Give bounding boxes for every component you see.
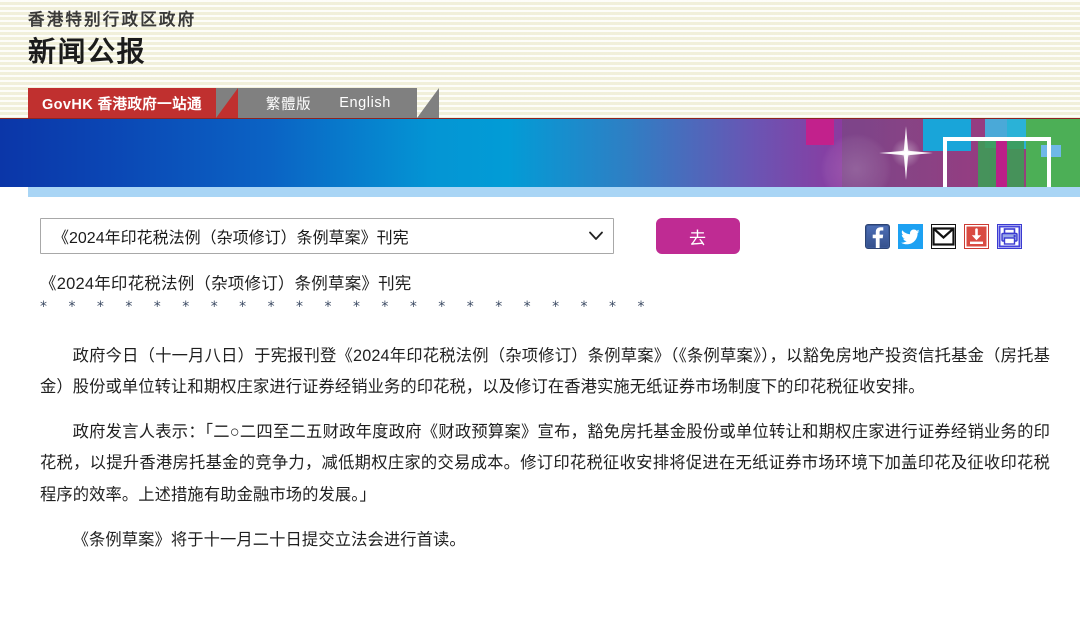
decorative-banner: [0, 118, 1080, 187]
page-title: 新闻公报: [28, 36, 147, 68]
article-title: 《2024年印花税法例（杂项修订）条例草案》刊宪: [40, 275, 412, 293]
tab-govhk-label: GovHK 香港政府一站通: [42, 96, 202, 113]
site-header: 香港特别行政区政府 新闻公报 GovHK 香港政府一站通 繁體版 English: [0, 0, 1080, 118]
news-select-value: 《2024年印花税法例（杂项修订）条例草案》刊宪: [53, 230, 409, 247]
controls-row: 《2024年印花税法例（杂项修订）条例草案》刊宪 去: [0, 216, 1080, 256]
article-paragraph-1: 政府今日（十一月八日）于宪报刊登《2024年印花税法例（杂项修订）条例草案》（《…: [40, 346, 1050, 396]
government-name: 香港特别行政区政府: [28, 11, 197, 29]
banner-white-frame: [942, 137, 1051, 187]
download-icon[interactable]: [964, 223, 989, 249]
news-select[interactable]: 《2024年印花税法例（杂项修订）条例草案》刊宪: [40, 218, 614, 254]
tab-english[interactable]: English: [325, 95, 405, 111]
asterisk-divider: * * * * * * * * * * * * * * * * * * * * …: [40, 298, 653, 315]
article-paragraph-2: 政府发言人表示：「二○二四至二五财政年度政府《财政预算案》宣布，豁免房托基金股份…: [40, 423, 1050, 504]
header-titles: 香港特别行政区政府 新闻公报: [28, 9, 196, 71]
language-tabs: 繁體版 English: [215, 88, 440, 118]
chevron-down-icon: [589, 231, 603, 240]
go-button-label: 去: [689, 228, 707, 248]
twitter-icon[interactable]: [898, 223, 923, 249]
facebook-icon[interactable]: [865, 223, 890, 249]
go-button[interactable]: 去: [656, 218, 740, 254]
article: 《2024年印花税法例（杂项修订）条例草案》刊宪 * * * * * * * *…: [0, 272, 1080, 556]
email-icon[interactable]: [931, 223, 956, 249]
banner-underline-bar: [0, 187, 1080, 197]
tab-traditional-chinese[interactable]: 繁體版: [252, 93, 325, 114]
article-paragraph-3: 《条例草案》将于十一月二十日提交立法会进行首读。: [72, 530, 466, 549]
banner-magenta-rect: [805, 119, 834, 145]
article-body: 政府今日（十一月八日）于宪报刊登《2024年印花税法例（杂项修订）条例草案》（《…: [40, 341, 1050, 557]
nav-tabs: GovHK 香港政府一站通 繁體版 English: [28, 88, 440, 118]
print-icon[interactable]: [997, 223, 1022, 249]
tab-govhk[interactable]: GovHK 香港政府一站通: [28, 88, 238, 118]
share-icons: [865, 223, 1022, 249]
